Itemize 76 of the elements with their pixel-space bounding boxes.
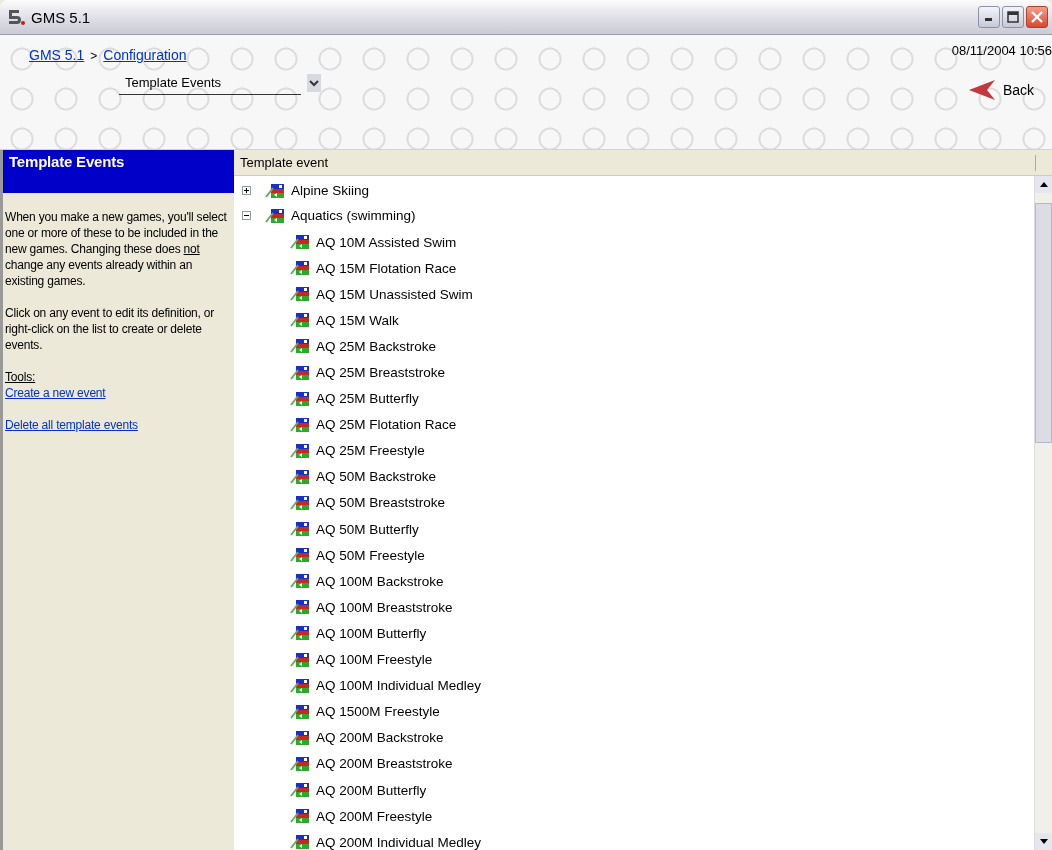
expand-icon[interactable] (242, 186, 251, 195)
tree-item[interactable]: Alpine Skiing (291, 183, 370, 198)
flag-icon (290, 729, 310, 746)
sidebar-title: Template Events (3, 150, 234, 193)
tree-item[interactable]: AQ 25M Butterfly (316, 391, 419, 407)
tree-item[interactable]: AQ 200M Butterfly (316, 782, 427, 798)
flag-icon (290, 286, 310, 303)
tree-item[interactable]: AQ 15M Unassisted Swim (316, 286, 473, 302)
tree-item[interactable]: AQ 200M Individual Medley (316, 834, 482, 850)
flag-icon (290, 782, 310, 798)
tree-item[interactable]: AQ 25M Flotation Race (316, 417, 457, 433)
flag-icon (290, 521, 310, 538)
flag-icon (290, 547, 310, 564)
flag-icon (290, 442, 310, 459)
tree-item[interactable]: AQ 10M Assisted Swim (316, 234, 457, 250)
page-dropdown[interactable]: Template Events (119, 71, 301, 95)
close-button[interactable] (1026, 6, 1048, 28)
tree-item[interactable]: Aquatics (swimming) (291, 208, 416, 223)
breadcrumb-link[interactable]: GMS 5.1 (29, 47, 85, 63)
tree-item[interactable]: AQ 25M Backstroke (316, 338, 437, 354)
tool-link[interactable]: Delete all template events (5, 417, 138, 433)
flag-icon (290, 234, 310, 251)
flag-icon (290, 416, 310, 433)
tree-item[interactable]: AQ 100M Freestyle (316, 652, 433, 668)
tree-item[interactable]: AQ 50M Freestyle (316, 547, 425, 563)
tree-item[interactable]: AQ 100M Breaststroke (316, 599, 453, 615)
tree-item[interactable]: AQ 15M Flotation Race (316, 260, 457, 276)
tree-item[interactable]: AQ 1500M Freestyle (316, 704, 440, 720)
flag-icon (290, 338, 310, 355)
tree-item[interactable]: AQ 50M Breaststroke (316, 495, 446, 511)
flag-icon (290, 808, 310, 825)
breadcrumb-link[interactable]: Configuration (103, 47, 187, 63)
back-button[interactable]: Back (964, 76, 1036, 104)
caret-icon[interactable] (307, 74, 321, 92)
collapse-icon[interactable] (242, 211, 251, 220)
flag-icon (265, 207, 285, 224)
scroll-down-icon[interactable] (1039, 839, 1048, 844)
close-icon (1031, 11, 1043, 23)
tree-item[interactable]: AQ 100M Butterfly (316, 625, 427, 641)
flag-icon (290, 703, 310, 720)
tree-item[interactable]: AQ 200M Breaststroke (316, 756, 453, 772)
date-time: 08/11/2004 10:56 (951, 43, 1052, 58)
flag-icon (290, 390, 310, 407)
flag-icon (290, 599, 310, 616)
tree-item[interactable]: AQ 100M Backstroke (316, 573, 444, 589)
tree-item[interactable]: AQ 100M Individual Medley (316, 678, 482, 694)
flag-icon (290, 468, 310, 485)
tree-item[interactable]: AQ 200M Backstroke (316, 730, 444, 746)
help-paragraph: When you make a new games, you'll select one or more of these to be included in the new games. Changing these does not change any events already within an existing games. (5, 209, 228, 289)
breadcrumb-separator: > (90, 49, 98, 63)
flag-icon (290, 364, 310, 381)
flag-icon (290, 651, 310, 668)
tool-link[interactable]: Create a new event (5, 385, 106, 401)
flag-icon (290, 677, 310, 694)
tree-item[interactable]: AQ 25M Freestyle (316, 443, 425, 459)
app-icon (6, 8, 26, 26)
minimize-button[interactable] (978, 6, 1000, 28)
scrollbar[interactable] (1034, 176, 1052, 850)
tools-label: Tools: (5, 369, 36, 385)
flag-icon (265, 182, 285, 199)
scroll-up-icon[interactable] (1039, 182, 1048, 187)
tree-item[interactable]: AQ 25M Breaststroke (316, 365, 446, 380)
flag-icon (290, 625, 310, 642)
flag-icon (290, 312, 310, 329)
tree-item[interactable]: AQ 50M Backstroke (316, 469, 437, 485)
flag-icon (290, 573, 310, 590)
help-paragraph: Click on any event to edit its definition, or right-click on the list to create or delete events. (5, 305, 216, 353)
maximize-icon (1007, 11, 1019, 23)
flag-icon (290, 755, 310, 772)
tree-item[interactable]: AQ 50M Butterfly (316, 521, 419, 537)
flag-icon (290, 260, 310, 277)
maximize-button[interactable] (1002, 6, 1024, 28)
tree-item[interactable]: AQ 15M Walk (316, 312, 399, 328)
window-title: GMS 5.1 (31, 8, 92, 26)
tree-item[interactable]: AQ 200M Freestyle (316, 808, 433, 824)
flag-icon (290, 495, 310, 511)
